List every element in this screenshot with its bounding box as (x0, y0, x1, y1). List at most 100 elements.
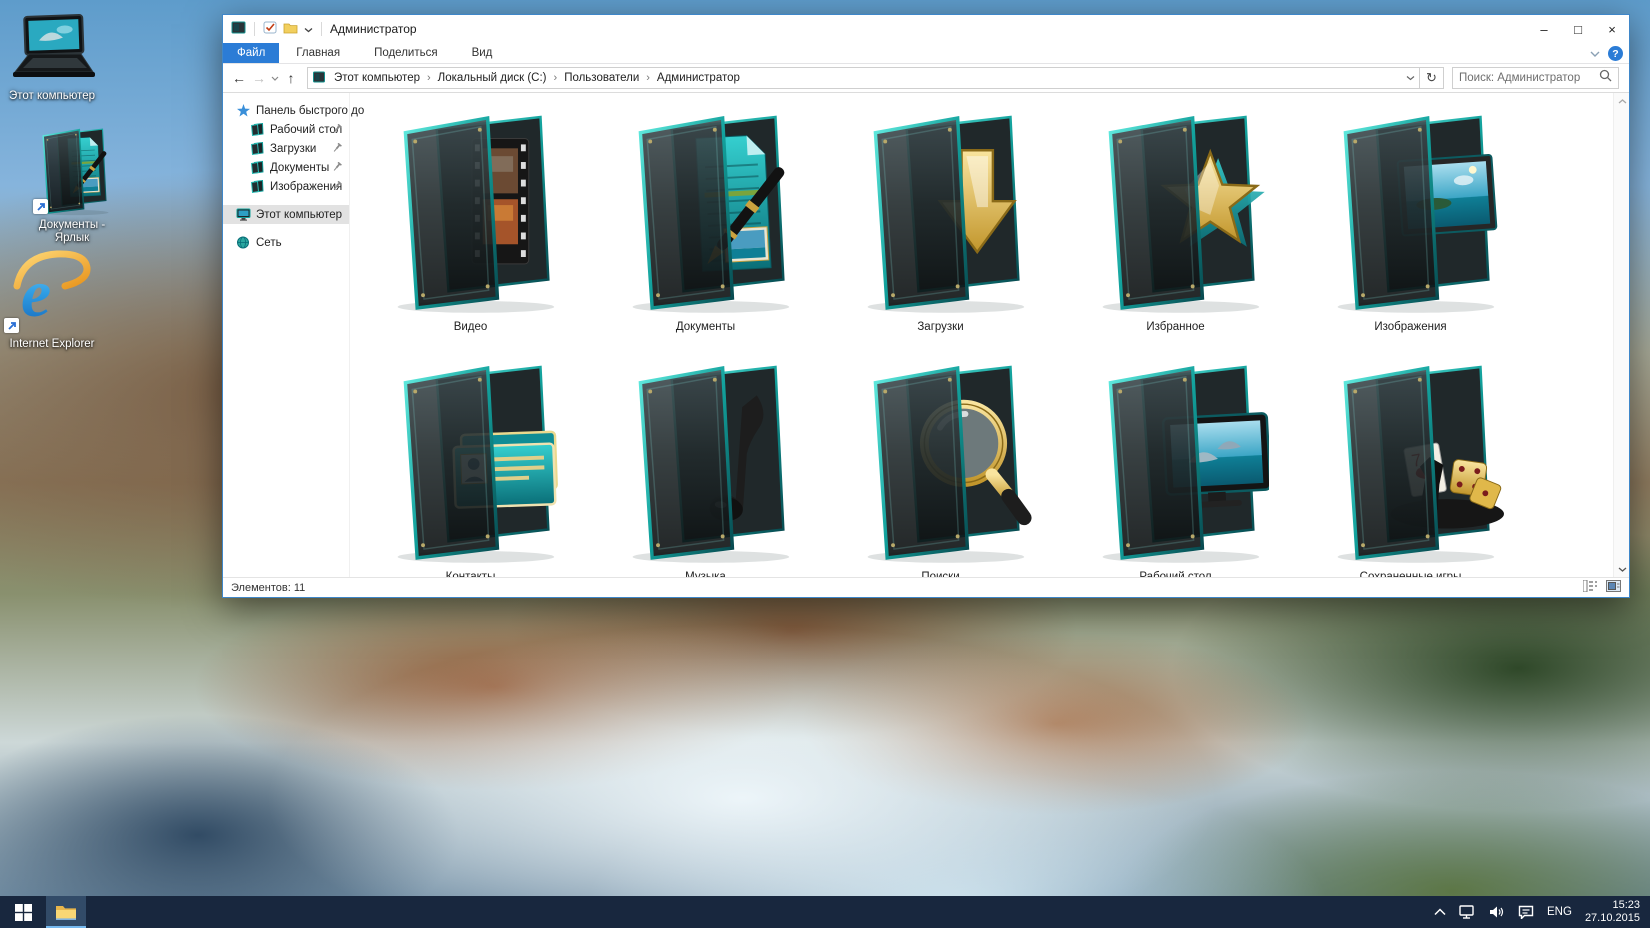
refresh-button[interactable]: ↻ (1420, 67, 1444, 89)
scroll-up-icon[interactable] (1614, 93, 1629, 109)
tray-clock[interactable]: 15:23 27.10.2015 (1585, 899, 1640, 925)
folder-icon (613, 351, 799, 569)
tray-volume-icon[interactable] (1489, 905, 1505, 919)
search-input[interactable] (1459, 72, 1599, 84)
sidebar-item-документы[interactable]: Документы (223, 158, 349, 177)
folder-item-search[interactable]: Поиски (823, 343, 1058, 577)
folder-label: Загрузки (917, 321, 963, 333)
desktop-icon-documents-shortcut[interactable]: Документы - Ярлык (22, 124, 122, 245)
shortcut-arrow-icon (4, 318, 19, 333)
close-button[interactable]: × (1595, 15, 1629, 43)
breadcrumb-item[interactable]: Этот компьютер (328, 72, 426, 84)
folder-label: Избранное (1146, 321, 1204, 333)
sidebar-item-загрузки[interactable]: Загрузки (223, 139, 349, 158)
sidebar-item-панель-быстрого-до[interactable]: Панель быстрого до (223, 101, 349, 120)
folder-label: Изображения (1374, 321, 1446, 333)
folder-icon (1083, 351, 1269, 569)
folder-item-downloads[interactable]: Загрузки (823, 93, 1058, 343)
folder-icon (848, 351, 1034, 569)
tab-поделиться[interactable]: Поделиться (357, 43, 455, 63)
breadcrumb-item[interactable]: Администратор (651, 72, 746, 84)
folder-icon (613, 101, 799, 319)
tray-action-center-icon[interactable] (1518, 905, 1534, 919)
help-icon[interactable]: ? (1608, 46, 1623, 61)
start-button[interactable] (0, 896, 46, 928)
folder-label: Документы (676, 321, 735, 333)
forward-button[interactable]: → (249, 70, 269, 86)
explorer-window: Администратор – □ × ФайлГлавнаяПоделитьс… (222, 14, 1630, 598)
pin-icon (332, 181, 342, 194)
tab-файл[interactable]: Файл (223, 43, 279, 63)
breadcrumb-item[interactable]: Пользователи (558, 72, 645, 84)
taskbar: ENG 15:23 27.10.2015 (0, 896, 1650, 928)
folder-label: Контакты (446, 571, 496, 577)
tray-chevron-up-icon[interactable] (1434, 908, 1446, 916)
folder-content-area[interactable]: Видео Документы (350, 93, 1629, 577)
qat-folder-icon[interactable] (283, 22, 298, 37)
explorer-app-icon (231, 21, 246, 37)
folder-item-contacts[interactable]: Контакты (353, 343, 588, 577)
history-dropdown-icon[interactable] (269, 76, 281, 81)
ribbon-tab-row: ФайлГлавнаяПоделитьсяВид ? (223, 43, 1629, 64)
thumbnails-view-icon[interactable] (1606, 580, 1621, 595)
breadcrumb-item[interactable]: Локальный диск (C:) (432, 72, 553, 84)
sidebar-item-этот-компьютер[interactable]: Этот компьютер (223, 205, 349, 224)
desktop-icon-internet-explorer[interactable]: e Internet Explorer (2, 248, 102, 351)
taskbar-explorer-button[interactable] (46, 896, 86, 928)
tab-вид[interactable]: Вид (455, 43, 510, 63)
status-bar: Элементов: 11 (223, 577, 1629, 597)
separator (321, 22, 322, 36)
mini-pc-icon (235, 208, 251, 221)
folder-item-games[interactable]: 7 Сохраненные игры (1293, 343, 1528, 577)
folder-label: Сохраненные игры (1360, 571, 1462, 577)
mini-network-icon (235, 236, 251, 249)
sidebar-item-рабочий-стол[interactable]: Рабочий стол (223, 120, 349, 139)
title-bar[interactable]: Администратор – □ × (223, 15, 1629, 43)
search-box[interactable] (1452, 67, 1619, 89)
desktop-icon-this-pc[interactable]: Этот компьютер (2, 14, 102, 103)
folder-icon (1083, 101, 1269, 319)
folder-label: Музыка (685, 571, 726, 577)
folder-item-desktop[interactable]: Рабочий стол (1058, 343, 1293, 577)
folder-item-video[interactable]: Видео (353, 93, 588, 343)
window-title: Администратор (330, 22, 417, 36)
tray-time: 15:23 (1585, 899, 1640, 912)
pin-icon (332, 124, 342, 137)
sidebar-item-изображения[interactable]: Изображения (223, 177, 349, 196)
pin-icon (332, 162, 342, 175)
pin-icon (332, 143, 342, 156)
search-icon[interactable] (1599, 69, 1612, 87)
qat-dropdown-icon[interactable] (304, 22, 313, 36)
mini-folder-icon (249, 161, 265, 174)
address-dropdown-icon[interactable] (1406, 72, 1415, 84)
folder-item-documents[interactable]: Документы (588, 93, 823, 343)
location-folder-icon (312, 71, 326, 86)
sidebar-item-сеть[interactable]: Сеть (223, 233, 349, 252)
quick-access-star-icon (235, 104, 251, 117)
tab-главная[interactable]: Главная (279, 43, 357, 63)
address-bar[interactable]: Этот компьютер›Локальный диск (C:)›Польз… (307, 67, 1420, 89)
back-button[interactable]: ← (229, 70, 249, 86)
mini-folder-icon (249, 142, 265, 155)
up-button[interactable]: ↑ (281, 70, 301, 86)
folder-item-music[interactable]: Музыка (588, 343, 823, 577)
ribbon-collapse-icon[interactable] (1590, 48, 1600, 60)
tray-language[interactable]: ENG (1547, 906, 1572, 918)
scroll-down-icon[interactable] (1614, 561, 1629, 577)
qat-check-icon[interactable] (263, 21, 277, 37)
minimize-button[interactable]: – (1527, 15, 1561, 43)
scrollbar[interactable] (1613, 93, 1629, 577)
tray-date: 27.10.2015 (1585, 912, 1640, 925)
maximize-button[interactable]: □ (1561, 15, 1595, 43)
folder-icon (1318, 101, 1504, 319)
tray-network-icon[interactable] (1459, 905, 1476, 919)
address-bar-row: ← → ↑ Этот компьютер›Локальный диск (C:)… (223, 64, 1629, 93)
folder-label: Видео (454, 321, 488, 333)
folder-label: Рабочий стол (1139, 571, 1211, 577)
folder-item-favorites[interactable]: Избранное (1058, 93, 1293, 343)
folder-label: Поиски (921, 571, 959, 577)
folder-item-pictures[interactable]: Изображения (1293, 93, 1528, 343)
details-view-icon[interactable] (1583, 580, 1598, 595)
mini-folder-icon (249, 180, 265, 193)
quick-access-toolbar (231, 21, 324, 37)
